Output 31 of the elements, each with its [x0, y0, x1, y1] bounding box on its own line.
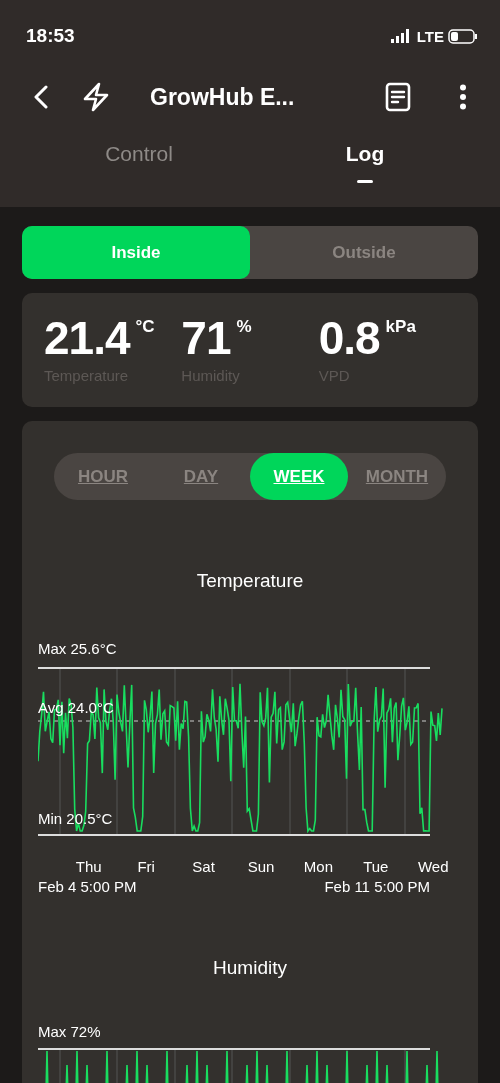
- reading-value: 0.8: [318, 311, 380, 365]
- battery-icon: [448, 28, 478, 44]
- day-label: Fri: [136, 858, 156, 875]
- location-option[interactable]: Outside: [250, 226, 478, 279]
- reading-unit: kPa: [385, 317, 416, 337]
- max-label: Max 72%: [38, 1023, 101, 1040]
- period-tab[interactable]: DAY: [152, 453, 250, 500]
- reading-value: 21.4: [44, 311, 130, 365]
- network-label: LTE: [416, 27, 444, 45]
- period-tab[interactable]: MONTH: [348, 453, 446, 500]
- day-label: Mon: [302, 858, 334, 875]
- max-label: Max 25.6°C: [38, 640, 117, 657]
- chart-title: Humidity: [213, 957, 287, 979]
- tab[interactable]: Control: [26, 122, 252, 207]
- tab[interactable]: Log: [252, 122, 478, 207]
- day-label: Thu: [74, 858, 103, 875]
- day-label: Wed: [416, 858, 450, 875]
- chart-title: Temperature: [196, 570, 304, 592]
- reading-unit: °C: [135, 317, 155, 337]
- device-title: GrowHub E...: [150, 83, 296, 111]
- day-label: Tue: [362, 858, 390, 875]
- reading-value: 71: [181, 311, 231, 365]
- start-date: Feb 4 5:00 PM: [38, 878, 137, 895]
- day-label: Sat: [191, 858, 216, 875]
- location-option[interactable]: Inside: [22, 226, 250, 279]
- reading-unit: %: [236, 317, 252, 337]
- period-tab[interactable]: WEEK: [250, 453, 348, 500]
- day-label: Sun: [246, 858, 276, 875]
- end-date: Feb 11 5:00 PM: [324, 878, 430, 895]
- status-time: 18:53: [26, 25, 75, 47]
- period-tab[interactable]: HOUR: [54, 453, 152, 500]
